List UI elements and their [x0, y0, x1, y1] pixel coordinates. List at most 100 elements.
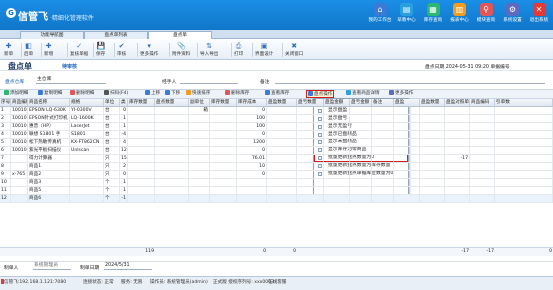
grid-cell[interactable]: 只: [104, 163, 120, 171]
grid-cell[interactable]: [324, 107, 350, 115]
grid-cell[interactable]: [495, 187, 553, 195]
grid-cell[interactable]: [324, 195, 350, 203]
grid-cell[interactable]: 商品2: [28, 171, 70, 179]
grid-cell[interactable]: 0: [237, 171, 267, 179]
grid-cell[interactable]: [324, 179, 350, 187]
column-header[interactable]: 备注: [372, 99, 394, 107]
column-header[interactable]: 商品编码: [11, 99, 28, 107]
grid-cell[interactable]: 个: [104, 195, 120, 203]
grid-cell[interactable]: [128, 139, 155, 147]
grid-cell[interactable]: 箱: [189, 107, 210, 115]
column-header[interactable]: 盘盈: [394, 99, 420, 107]
grid-cell[interactable]: [394, 123, 420, 131]
grid-toolbar-button-4[interactable]: 上移: [145, 90, 160, 98]
grid-cell[interactable]: [372, 155, 394, 163]
grid-cell[interactable]: [495, 139, 553, 147]
grid-cell[interactable]: 9: [0, 171, 11, 179]
grid-cell[interactable]: 1: [120, 187, 128, 195]
grid-cell[interactable]: [210, 115, 237, 123]
grid-cell[interactable]: [267, 139, 297, 147]
grid-cell[interactable]: [297, 147, 324, 155]
grid-cell[interactable]: [70, 195, 104, 203]
grid-cell[interactable]: [394, 115, 420, 123]
grid-cell[interactable]: [128, 131, 155, 139]
grid-cell[interactable]: [420, 187, 445, 195]
grid-cell[interactable]: [297, 179, 324, 187]
topnav-gear-button[interactable]: ⚙ 系统设置: [500, 2, 526, 28]
grid-cell[interactable]: 1: [0, 107, 11, 115]
grid-cell[interactable]: [394, 131, 420, 139]
grid-cell[interactable]: 3: [0, 123, 11, 131]
grid-cell[interactable]: [297, 171, 324, 179]
grid-cell[interactable]: [495, 179, 553, 187]
grid-cell[interactable]: [189, 195, 210, 203]
grid-cell[interactable]: [155, 179, 189, 187]
grid-cell[interactable]: [70, 179, 104, 187]
column-header[interactable]: 规格: [70, 99, 104, 107]
grid-cell[interactable]: [495, 123, 553, 131]
column-header[interactable]: 盘点数量: [155, 99, 189, 107]
grid-cell[interactable]: 2: [120, 163, 128, 171]
column-header[interactable]: 引单数: [495, 99, 553, 107]
grid-cell[interactable]: [189, 131, 210, 139]
grid-cell[interactable]: [297, 187, 324, 195]
grid-cell[interactable]: [297, 115, 324, 123]
grid-cell[interactable]: [267, 163, 297, 171]
grid-cell[interactable]: [237, 187, 267, 195]
grid-cell[interactable]: [470, 147, 495, 155]
column-header[interactable]: 商品编码: [470, 99, 495, 107]
grid-cell[interactable]: [155, 163, 189, 171]
grid-cell[interactable]: [350, 107, 372, 115]
grid-cell[interactable]: 只: [104, 171, 120, 179]
grid-cell[interactable]: [210, 171, 237, 179]
grid-cell[interactable]: [350, 115, 372, 123]
grid-cell[interactable]: 得力计算器: [28, 155, 70, 163]
grid-toolbar-button-1[interactable]: 复制明细: [38, 90, 62, 98]
grid-cell[interactable]: [155, 107, 189, 115]
grid-cell[interactable]: 12: [0, 195, 11, 203]
grid-cell[interactable]: 6: [0, 147, 11, 155]
grid-cell[interactable]: [297, 107, 324, 115]
doc-status[interactable]: 待审核: [62, 63, 77, 70]
grid-cell[interactable]: 台: [104, 107, 120, 115]
grid-cell[interactable]: 100101003: [11, 123, 28, 131]
grid-cell[interactable]: [394, 171, 420, 179]
tab-item[interactable]: 功能导航图: [20, 31, 84, 39]
grid-cell[interactable]: [420, 171, 445, 179]
grid-cell[interactable]: Unlscan: [70, 147, 104, 155]
tab-item[interactable]: 盘点单: [148, 31, 212, 39]
grid-cell[interactable]: [445, 131, 470, 139]
grid-cell[interactable]: [350, 179, 372, 187]
grid-cell[interactable]: 松下热敏传真机: [28, 139, 70, 147]
grid-cell[interactable]: 紫光平板扫描仪: [28, 147, 70, 155]
grid-toolbar-button-3[interactable]: 扫码(F4): [104, 90, 128, 98]
grid-cell[interactable]: [445, 123, 470, 131]
grid-cell[interactable]: 100: [237, 115, 267, 123]
grid-cell[interactable]: 0: [237, 147, 267, 155]
grid-cell[interactable]: [470, 115, 495, 123]
grid-cell[interactable]: [394, 187, 420, 195]
grid-cell[interactable]: [237, 179, 267, 187]
grid-cell[interactable]: [210, 163, 237, 171]
column-header[interactable]: 盘盈对照单: [445, 99, 470, 107]
grid-toolbar-button-2[interactable]: 删除明细: [70, 90, 94, 98]
grid-cell[interactable]: 10: [0, 179, 11, 187]
grid-cell[interactable]: [445, 179, 470, 187]
grid-cell[interactable]: [128, 187, 155, 195]
grid-cell[interactable]: [394, 107, 420, 115]
grid-cell[interactable]: 100102001: [11, 139, 28, 147]
grid-cell[interactable]: [470, 139, 495, 147]
grid-cell[interactable]: [420, 107, 445, 115]
grid-cell[interactable]: [350, 147, 372, 155]
grid-cell[interactable]: [267, 123, 297, 131]
toolbar-button-10[interactable]: ▣ 界面设计: [255, 41, 273, 59]
grid-cell[interactable]: [394, 163, 420, 171]
grid-cell[interactable]: [128, 115, 155, 123]
grid-toolbar-button-6[interactable]: 快速排序: [186, 90, 210, 98]
column-header[interactable]: 盘盈数量: [420, 99, 445, 107]
grid-cell[interactable]: 0: [237, 107, 267, 115]
creator-field[interactable]: 系统管理员: [33, 263, 71, 270]
grid-cell[interactable]: [372, 131, 394, 139]
grid-cell[interactable]: [189, 115, 210, 123]
grid-cell[interactable]: [210, 107, 237, 115]
